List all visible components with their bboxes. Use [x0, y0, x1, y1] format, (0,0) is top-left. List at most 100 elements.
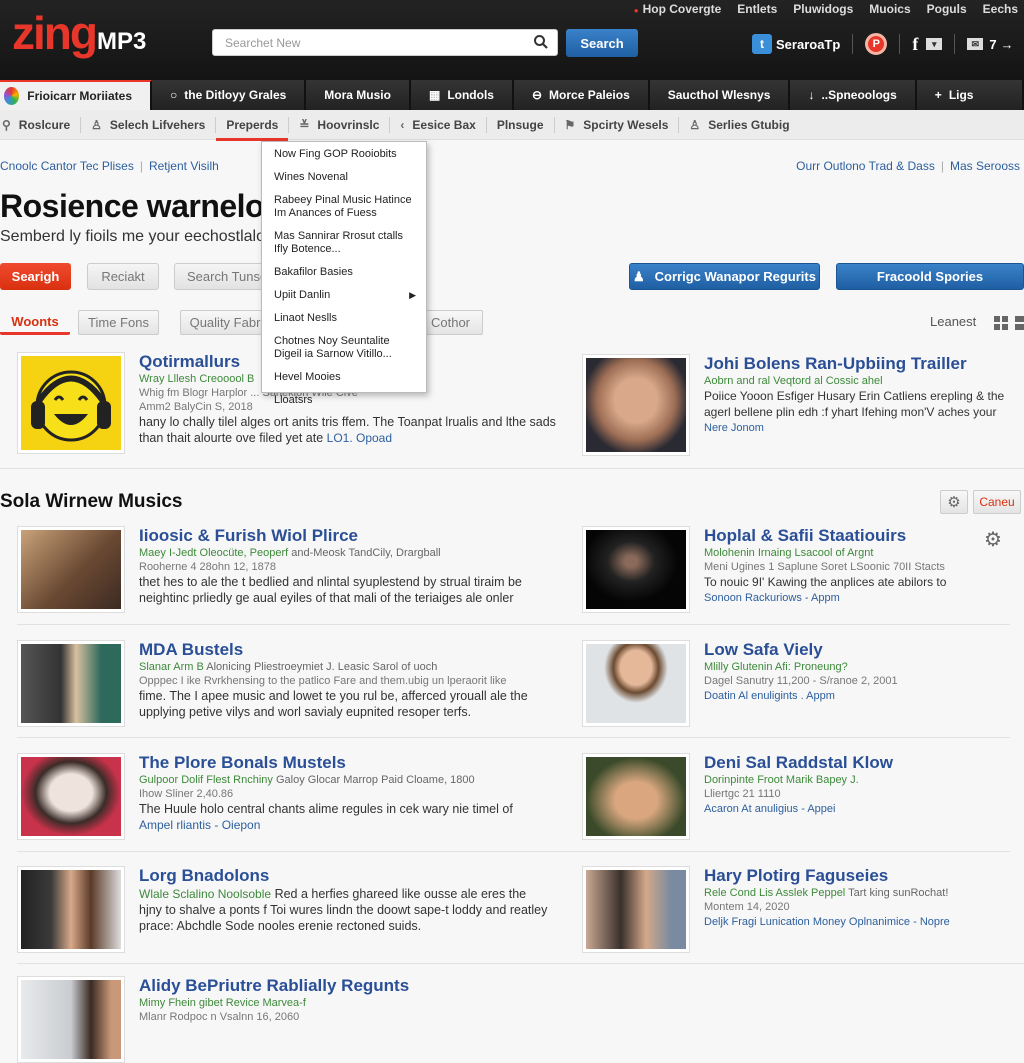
subnav-roslcure[interactable]: ⚲ Roslcure: [0, 110, 80, 140]
card-link[interactable]: Sonoon Rackuriows - Appm: [704, 590, 1024, 606]
thumbnail[interactable]: [582, 526, 690, 613]
arrow-right-icon[interactable]: →: [1001, 37, 1014, 52]
search-icon[interactable]: [533, 34, 549, 50]
card-title[interactable]: Alidy BePriutre Rablially Regunts: [139, 976, 559, 996]
menu-item[interactable]: Bakafilor Basies: [262, 264, 426, 281]
corrigc-wanapor-button[interactable]: ♟ Corrigc Wanapor Regurits: [629, 263, 820, 290]
tab-londols[interactable]: ▦ Londols: [410, 80, 514, 110]
subnav-plnsuge[interactable]: Plnsuge: [487, 110, 554, 140]
subnav-eesice-bax[interactable]: ‹ Eesice Bax: [390, 110, 485, 140]
facebook-icon[interactable]: f: [912, 34, 918, 55]
card-title[interactable]: Deni Sal Raddstal Klow: [704, 753, 1024, 773]
filter-cothor[interactable]: Cothor: [418, 310, 483, 335]
card-link[interactable]: Ampel rliantis - Oiepon: [139, 817, 559, 833]
card-link[interactable]: LO1. Opoad: [327, 431, 392, 445]
menu-item[interactable]: Now Fing GOP Rooiobits: [262, 146, 426, 163]
subnav-preperds[interactable]: Preperds: [216, 110, 289, 141]
card-subtitle: Maey I-Jedt Oleocüte, Peoperf and-Meosk …: [139, 547, 441, 559]
thumbnail[interactable]: [17, 640, 125, 727]
filter-woonts[interactable]: Woonts: [0, 310, 70, 335]
fracoold-spories-button[interactable]: Fracoold Spories: [836, 263, 1024, 290]
twitter-label[interactable]: SeraroaTp: [776, 37, 840, 52]
reciakt-button[interactable]: Reciakt: [87, 263, 159, 290]
utility-link[interactable]: Ourr Outlono Trad & Dass: [796, 159, 935, 173]
subnav-hoovrinslc[interactable]: ≚ Hoovrinslc: [289, 110, 389, 140]
top-link[interactable]: Pluwidogs: [793, 2, 853, 16]
tab-ditloyy-grales[interactable]: ○ the Ditloyy Grales: [152, 80, 307, 110]
card-link[interactable]: Acaron At anuligius - Appei: [704, 801, 1024, 817]
menu-item[interactable]: Rabeey Pinal Music Hatince Im Anances of…: [262, 192, 426, 222]
card-title[interactable]: Lorg Bnadolons: [139, 866, 559, 886]
settings-button[interactable]: ⚙: [940, 490, 968, 514]
menu-item[interactable]: Hevel Mooies: [262, 369, 426, 386]
top-link[interactable]: ● Hop Covergte: [634, 2, 722, 16]
top-link[interactable]: Eechs: [983, 2, 1018, 16]
thumbnail[interactable]: [582, 640, 690, 727]
top-link[interactable]: Muoics: [869, 2, 910, 16]
mail-icon[interactable]: ✉: [967, 38, 984, 50]
breadcrumb-link[interactable]: Cnoolc Cantor Tec Plises: [0, 159, 134, 173]
divider: [954, 34, 956, 54]
thumbnail[interactable]: [17, 753, 125, 840]
thumbnail[interactable]: [17, 526, 125, 613]
filter-quality-fabr[interactable]: Quality Fabr: [180, 310, 270, 335]
menu-item[interactable]: Lloatsrs: [262, 392, 426, 409]
card-description: hjny to shalve a ponts f Toi wures lindn…: [139, 903, 548, 933]
card-title[interactable]: Hoplal & Safii Staatiouirs: [704, 526, 1024, 546]
tab-saucthol-wlesnys[interactable]: Saucthol Wlesnys: [649, 80, 791, 110]
search-button[interactable]: Search: [566, 29, 638, 57]
menu-item[interactable]: Chotnes Noy Seuntalite Digeil ia Sarnow …: [262, 333, 426, 363]
tab-ligs[interactable]: + Ligs: [916, 80, 1024, 110]
card-title[interactable]: The Plore Bonals Mustels: [139, 753, 559, 773]
pinterest-icon[interactable]: P: [865, 33, 888, 55]
primary-search-button[interactable]: Searigh: [0, 263, 71, 290]
sort-label[interactable]: Leanest: [930, 314, 976, 329]
top-link[interactable]: Poguls: [927, 2, 967, 16]
main-tabs: Frioicarr Moriiates ○ the Ditloyy Grales …: [0, 80, 1024, 110]
card-link[interactable]: Deljk Fragi Lunication Money Oplnanimice…: [704, 914, 1024, 930]
card-description: hany lo chally tilel alges ort anits tri…: [139, 415, 556, 445]
breadcrumb-link[interactable]: Retjent Visilh: [149, 159, 219, 173]
menu-item[interactable]: Mas Sannirar Rrosut ctalls Ifly Botence.…: [262, 228, 426, 258]
card-title[interactable]: Johi Bolens Ran-Upbiing Trailler: [704, 354, 1024, 374]
user-icon: ♙: [91, 117, 102, 132]
cancel-button[interactable]: Caneu: [973, 490, 1021, 514]
search-tunes-button[interactable]: Search Tunse: [174, 263, 274, 290]
card-title[interactable]: Iioosic & Furish Wiol Plirce: [139, 526, 559, 546]
twitter-icon[interactable]: t: [752, 34, 772, 54]
dropdown-icon[interactable]: ▾: [926, 38, 943, 50]
subnav-selech-lifvehers[interactable]: ♙ Selech Lifvehers: [81, 110, 215, 140]
card-title[interactable]: Hary Plotirg Faguseies: [704, 866, 1024, 886]
thumbnail[interactable]: [17, 976, 125, 1063]
filter-time-fons[interactable]: Time Fons: [78, 310, 159, 335]
tab-morce-paleios[interactable]: ⊖ Morce Paleios: [513, 80, 650, 110]
card-title[interactable]: MDA Bustels: [139, 640, 559, 660]
list-view-icon[interactable]: [1015, 316, 1024, 330]
logo[interactable]: zingMP3: [12, 6, 146, 60]
thumbnail[interactable]: [17, 866, 125, 953]
thumbnail[interactable]: [582, 866, 690, 953]
menu-item-submenu[interactable]: Upiit Danlin ▶: [262, 287, 426, 304]
search-input[interactable]: [213, 30, 513, 55]
menu-item[interactable]: Linaot Neslls: [262, 310, 426, 327]
tab-mora-musio[interactable]: Mora Musio: [306, 80, 411, 110]
subnav-spcirty-wesels[interactable]: ⚑ Spcirty Wesels: [555, 110, 679, 140]
top-link[interactable]: Entlets: [737, 2, 777, 16]
thumbnail[interactable]: [582, 354, 690, 456]
thumbnail[interactable]: [17, 352, 125, 454]
tab-frioicarr-moriiates[interactable]: Frioicarr Moriiates: [0, 80, 152, 110]
card-title[interactable]: Low Safa Viely: [704, 640, 1024, 660]
divider: |: [139, 159, 143, 173]
page-title: Rosience warnelo: [0, 188, 265, 224]
card-link[interactable]: Nere Jonom: [704, 420, 1024, 436]
grid-view-icon[interactable]: [994, 316, 1008, 330]
subnav-serlies-gtubig[interactable]: ♙ Serlies Gtubig: [679, 110, 799, 140]
menu-item[interactable]: Wines Novenal: [262, 169, 426, 186]
portrait-image: [21, 980, 121, 1059]
gear-icon[interactable]: ⚙: [984, 527, 1002, 552]
card-subtitle: Rele Cond Lis Asslek Peppel Tart king su…: [704, 887, 949, 899]
thumbnail[interactable]: [582, 753, 690, 840]
utility-link[interactable]: Mas Serooss: [950, 159, 1020, 173]
card-link[interactable]: Doatin Al enuligints . Appm: [704, 688, 1024, 704]
tab-spneoologs[interactable]: ↓ ..Spneoologs: [790, 80, 917, 110]
